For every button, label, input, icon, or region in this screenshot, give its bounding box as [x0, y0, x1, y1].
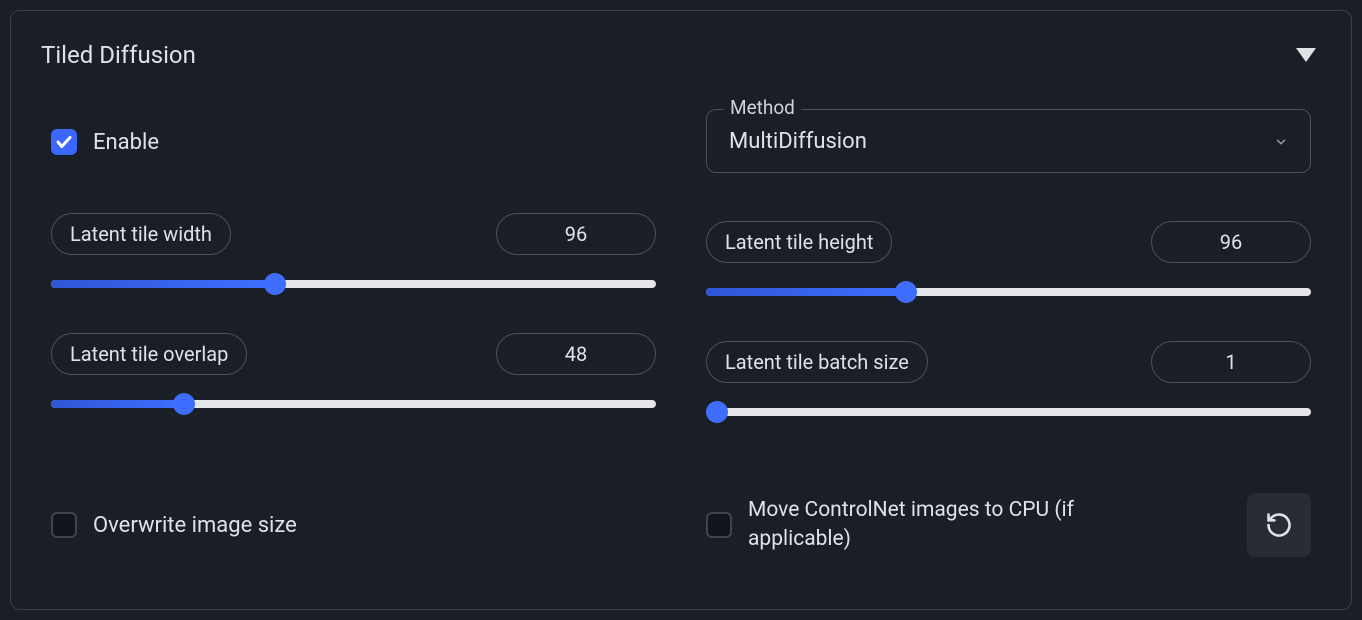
enable-checkbox[interactable]	[51, 129, 77, 155]
refresh-icon	[1265, 511, 1293, 539]
panel-title: Tiled Diffusion	[41, 41, 196, 69]
latent-tile-height-row: Latent tile height 96	[706, 221, 1311, 303]
tile-height-slider[interactable]	[706, 281, 1311, 303]
tile-overlap-label: Latent tile overlap	[51, 333, 247, 375]
refresh-button[interactable]	[1247, 493, 1311, 557]
tile-height-label: Latent tile height	[706, 221, 892, 263]
enable-row: Enable	[51, 129, 656, 155]
panel-header: Tiled Diffusion	[41, 41, 1321, 69]
method-value: MultiDiffusion	[729, 129, 867, 154]
move-cn-checkbox[interactable]	[706, 512, 732, 538]
overwrite-checkbox[interactable]	[51, 512, 77, 538]
tile-batch-value[interactable]: 1	[1151, 341, 1311, 383]
tiled-diffusion-panel: Tiled Diffusion Enable Latent tile width…	[10, 10, 1352, 610]
tile-width-value[interactable]: 96	[496, 213, 656, 255]
move-cn-row: Move ControlNet images to CPU (if applic…	[706, 496, 1128, 555]
move-cn-label: Move ControlNet images to CPU (if applic…	[748, 496, 1128, 555]
latent-tile-batch-row: Latent tile batch size 1	[706, 341, 1311, 423]
chevron-down-icon	[1274, 134, 1288, 148]
overwrite-row: Overwrite image size	[51, 512, 656, 538]
tile-batch-label: Latent tile batch size	[706, 341, 928, 383]
tile-overlap-slider[interactable]	[51, 393, 656, 415]
latent-tile-overlap-row: Latent tile overlap 48	[51, 333, 656, 415]
overwrite-label: Overwrite image size	[93, 513, 297, 538]
tile-width-slider[interactable]	[51, 273, 656, 295]
latent-tile-width-row: Latent tile width 96	[51, 213, 656, 295]
method-label: Method	[724, 96, 801, 119]
tile-batch-slider[interactable]	[706, 401, 1311, 423]
collapse-icon[interactable]	[1296, 48, 1316, 62]
tile-width-label: Latent tile width	[51, 213, 231, 255]
tile-height-value[interactable]: 96	[1151, 221, 1311, 263]
tile-overlap-value[interactable]: 48	[496, 333, 656, 375]
method-field: Method MultiDiffusion	[706, 109, 1311, 173]
enable-label: Enable	[93, 130, 159, 155]
